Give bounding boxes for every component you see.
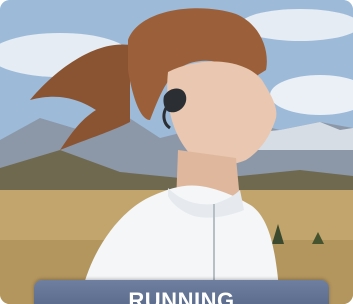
running-mode-label: RUNNING	[128, 288, 235, 304]
product-card[interactable]: RUNNING	[0, 0, 353, 304]
hero-image	[0, 0, 353, 304]
running-mode-button[interactable]: RUNNING	[34, 280, 329, 304]
